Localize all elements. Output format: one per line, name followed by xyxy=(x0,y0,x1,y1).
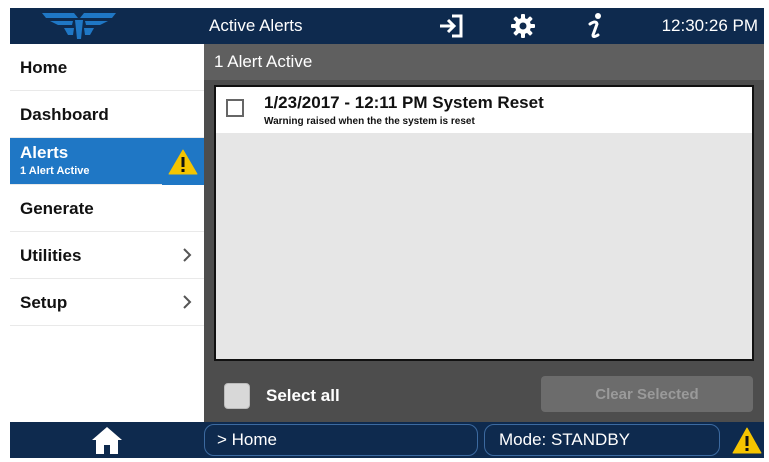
app-window: Active Alerts 12:30:26 PM Home Dashboard… xyxy=(10,8,764,458)
sidebar-item-alerts[interactable]: Alerts 1 Alert Active xyxy=(10,138,204,185)
sidebar-item-sublabel: 1 Alert Active xyxy=(20,165,90,177)
home-button[interactable] xyxy=(10,422,204,458)
alert-checkbox[interactable] xyxy=(226,99,244,117)
alert-list[interactable]: 1/23/2017 - 12:11 PM System Reset Warnin… xyxy=(214,85,754,361)
gear-icon xyxy=(511,14,535,38)
alerts-banner: 1 Alert Active xyxy=(204,44,764,80)
warning-icon xyxy=(732,427,762,453)
sidebar-item-label: Utilities xyxy=(20,246,82,265)
logout-icon xyxy=(440,14,463,38)
clock: 12:30:26 PM xyxy=(661,16,758,35)
sidebar-item-label: Generate xyxy=(20,199,94,218)
home-icon xyxy=(92,427,122,454)
brand-logo xyxy=(42,13,116,39)
alert-indicator xyxy=(162,138,204,185)
select-all-label: Select all xyxy=(266,386,340,405)
settings-button[interactable] xyxy=(506,8,540,44)
main-panel: 1 Alert Active 1/23/2017 - 12:11 PM Syst… xyxy=(204,44,764,422)
bottom-bar: > Home Mode: STANDBY xyxy=(10,422,764,458)
sidebar-item-setup[interactable]: Setup xyxy=(10,279,204,326)
alert-description: Warning raised when the the system is re… xyxy=(264,116,475,127)
sidebar: Home Dashboard Alerts 1 Alert Active Gen… xyxy=(10,44,204,422)
select-all-checkbox[interactable] xyxy=(224,383,250,409)
sidebar-item-label: Home xyxy=(20,58,68,77)
info-icon xyxy=(588,13,601,38)
page-title: Active Alerts xyxy=(209,16,303,35)
sidebar-item-utilities[interactable]: Utilities xyxy=(10,232,204,279)
select-all-control[interactable]: Select all xyxy=(224,380,340,412)
alert-title: 1/23/2017 - 12:11 PM System Reset xyxy=(264,93,544,112)
breadcrumb[interactable]: > Home xyxy=(204,424,478,456)
mode-indicator: Mode: STANDBY xyxy=(484,424,720,456)
alert-status-button[interactable] xyxy=(732,426,762,454)
banner-text: 1 Alert Active xyxy=(214,52,313,71)
chevron-right-icon xyxy=(183,295,192,309)
sidebar-item-dashboard[interactable]: Dashboard xyxy=(10,91,204,138)
sidebar-item-label: Dashboard xyxy=(20,105,109,124)
chevron-right-icon xyxy=(183,248,192,262)
logout-button[interactable] xyxy=(434,8,468,44)
warning-icon xyxy=(168,149,198,174)
sidebar-item-generate[interactable]: Generate xyxy=(10,185,204,232)
list-item[interactable]: 1/23/2017 - 12:11 PM System Reset Warnin… xyxy=(216,87,752,133)
sidebar-item-label: Alerts xyxy=(20,143,69,162)
info-button[interactable] xyxy=(580,8,610,44)
clear-selected-button[interactable]: Clear Selected xyxy=(541,376,753,412)
sidebar-item-label: Setup xyxy=(20,293,68,312)
top-bar: Active Alerts 12:30:26 PM xyxy=(10,8,764,44)
sidebar-item-home[interactable]: Home xyxy=(10,44,204,91)
